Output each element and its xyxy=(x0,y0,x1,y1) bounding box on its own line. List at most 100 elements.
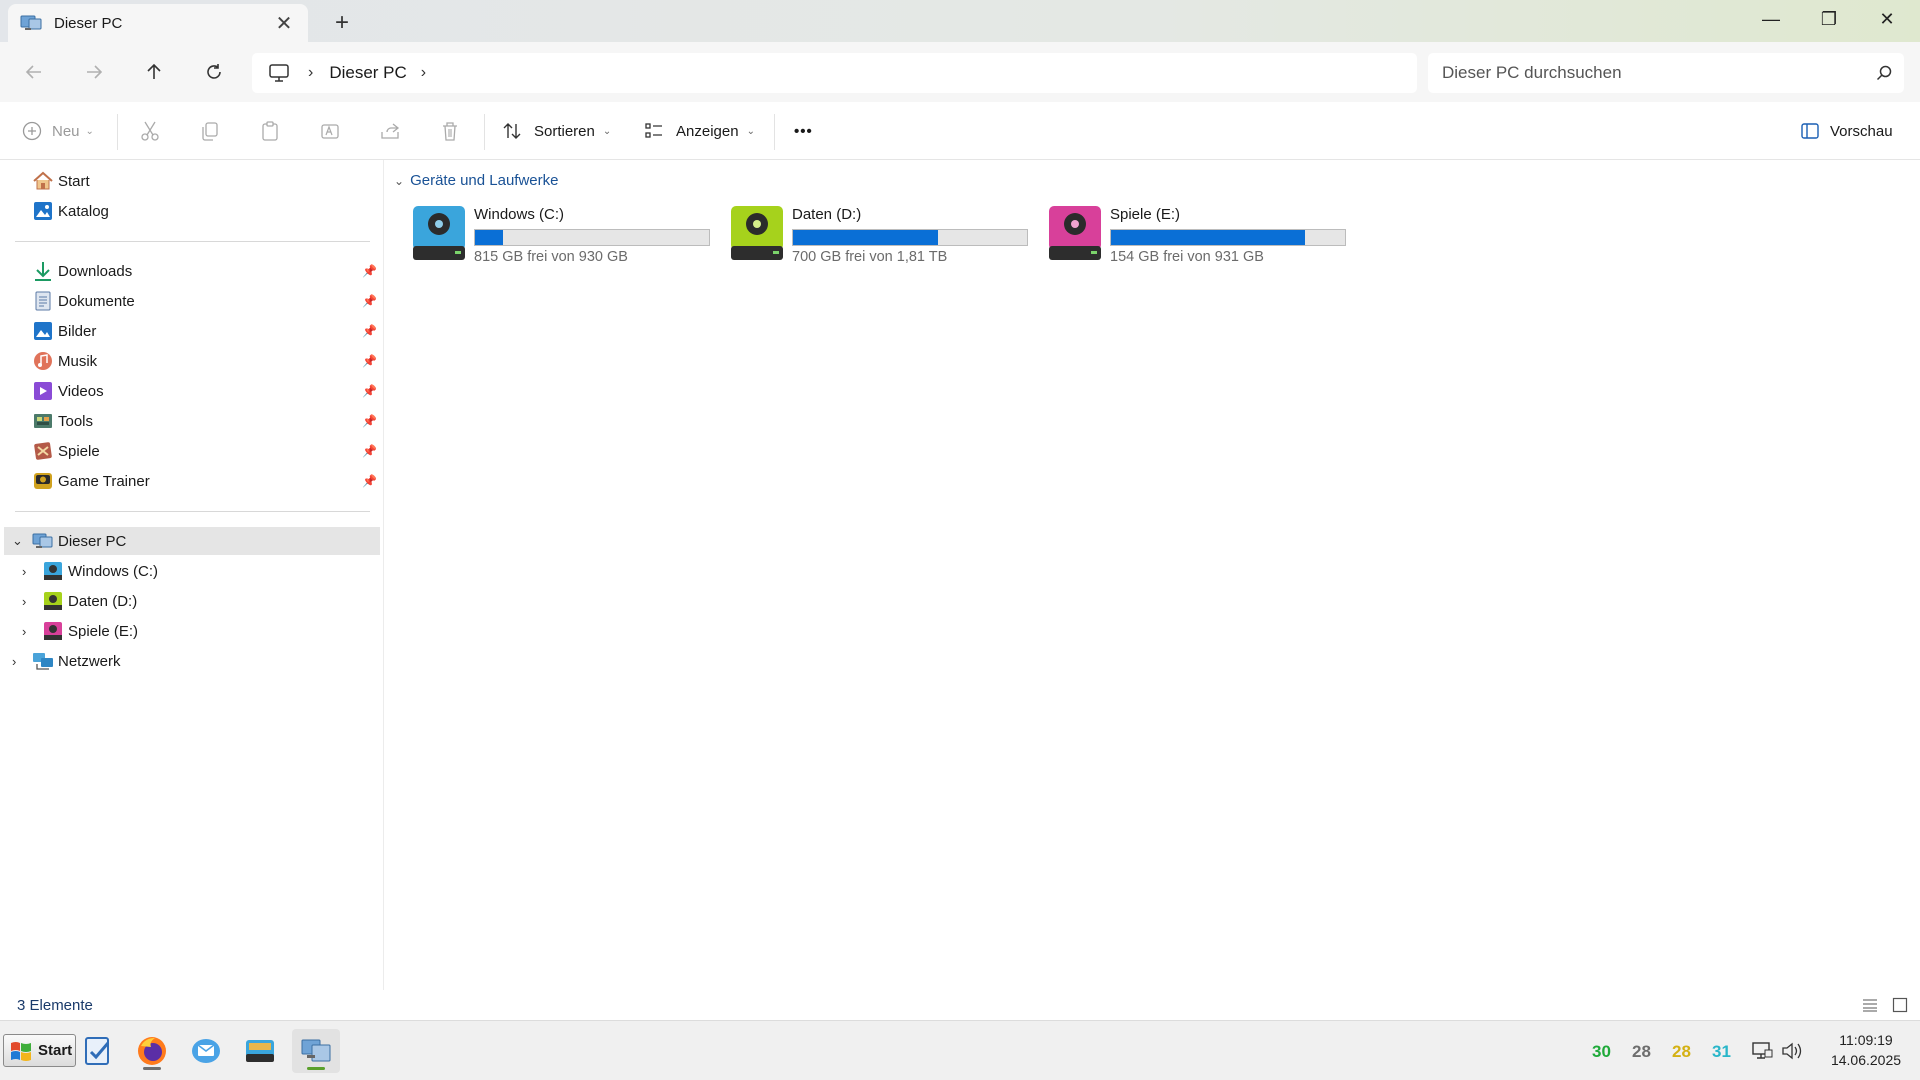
new-tab-button[interactable]: + xyxy=(330,9,354,37)
taskbar-app-tasks[interactable] xyxy=(74,1029,122,1073)
copy-button[interactable] xyxy=(199,114,221,148)
group-header-devices[interactable]: ⌄ Geräte und Laufwerke xyxy=(394,172,559,189)
sidebar-item-netzwerk[interactable]: › Netzwerk xyxy=(0,647,380,675)
cut-button[interactable] xyxy=(139,114,161,148)
close-button[interactable]: ✕ xyxy=(1858,0,1916,38)
sidebar-item-label: Spiele (E:) xyxy=(68,622,139,640)
search-box[interactable] xyxy=(1428,53,1904,93)
sidebar-item-tools[interactable]: Tools 📌 xyxy=(0,407,380,435)
taskbar-app-file-explorer[interactable] xyxy=(292,1029,340,1073)
sidebar-item-katalog[interactable]: Katalog xyxy=(0,197,380,225)
network-status-icon[interactable] xyxy=(1751,1040,1773,1062)
drive-free-space: 154 GB frei von 931 GB xyxy=(1110,249,1264,265)
share-icon xyxy=(381,123,400,139)
tab-dieser-pc[interactable]: Dieser PC ✕ xyxy=(8,4,308,42)
sidebar-item-daten-d[interactable]: › Daten (D:) xyxy=(0,587,380,615)
sidebar-item-downloads[interactable]: Downloads 📌 xyxy=(0,257,380,285)
pin-icon[interactable]: 📌 xyxy=(362,264,377,278)
drive-usage-bar xyxy=(474,229,710,246)
refresh-button[interactable] xyxy=(196,54,232,90)
sidebar-item-videos[interactable]: Videos 📌 xyxy=(0,377,380,405)
pin-icon[interactable]: 📌 xyxy=(362,324,377,338)
drive-free-space: 700 GB frei von 1,81 TB xyxy=(792,249,948,265)
chevron-down-icon: ⌄ xyxy=(85,125,94,137)
sidebar-item-spiele[interactable]: Spiele 📌 xyxy=(0,437,380,465)
chevron-down-icon: ⌄ xyxy=(746,125,755,137)
drive-usage-fill xyxy=(1111,230,1306,245)
breadcrumb-dieser-pc[interactable]: Dieser PC xyxy=(329,63,406,83)
preview-pane-button[interactable]: Vorschau xyxy=(1800,114,1893,148)
pin-icon[interactable]: 📌 xyxy=(362,354,377,368)
title-bar: Dieser PC ✕ + — ❐ ✕ xyxy=(0,0,1920,42)
sidebar-item-label: Spiele xyxy=(58,442,100,460)
checklist-icon xyxy=(85,1037,110,1065)
pin-icon[interactable]: 📌 xyxy=(362,414,377,428)
breadcrumb-separator[interactable]: › xyxy=(308,64,313,82)
pin-icon[interactable]: 📌 xyxy=(362,384,377,398)
sidebar-item-spiele-e[interactable]: › Spiele (E:) xyxy=(0,617,380,645)
taskbar-app-drive-manager[interactable] xyxy=(236,1029,284,1073)
pictures-icon xyxy=(34,322,52,340)
search-input[interactable] xyxy=(1442,63,1864,83)
delete-button[interactable] xyxy=(439,114,461,148)
pin-icon[interactable]: 📌 xyxy=(362,474,377,488)
rename-icon xyxy=(321,124,339,139)
share-button[interactable] xyxy=(379,114,401,148)
sidebar-item-label: Dokumente xyxy=(58,292,135,310)
address-bar[interactable]: › Dieser PC › xyxy=(252,53,1417,93)
breadcrumb-separator[interactable]: › xyxy=(421,64,426,82)
drive-tile-c[interactable]: Windows (C:) 815 GB frei von 930 GB xyxy=(411,204,721,266)
forward-button[interactable] xyxy=(76,54,112,90)
sidebar-item-windows-c[interactable]: › Windows (C:) xyxy=(0,557,380,585)
system-clock[interactable]: 11:09:19 14.06.2025 xyxy=(1816,1030,1916,1070)
sidebar-item-game-trainer[interactable]: Game Trainer 📌 xyxy=(0,467,380,495)
minimize-button[interactable]: — xyxy=(1742,0,1800,38)
maximize-button[interactable]: ❐ xyxy=(1800,0,1858,38)
sidebar-item-bilder[interactable]: Bilder 📌 xyxy=(0,317,380,345)
tiles-view-icon[interactable] xyxy=(1892,997,1908,1013)
rename-button[interactable] xyxy=(319,114,341,148)
drive-e-icon xyxy=(1049,206,1101,260)
view-list-icon xyxy=(645,123,662,138)
chevron-right-icon[interactable]: › xyxy=(22,594,26,609)
document-icon xyxy=(35,291,51,311)
pin-icon[interactable]: 📌 xyxy=(362,444,377,458)
drive-tile-d[interactable]: Daten (D:) 700 GB frei von 1,81 TB xyxy=(729,204,1039,266)
chevron-right-icon[interactable]: › xyxy=(12,654,16,669)
sidebar-item-label: Musik xyxy=(58,352,98,370)
divider xyxy=(15,511,370,512)
drive-usage-bar xyxy=(792,229,1028,246)
refresh-icon xyxy=(207,64,221,79)
up-button[interactable] xyxy=(136,54,172,90)
running-indicator xyxy=(143,1067,161,1070)
pin-icon[interactable]: 📌 xyxy=(362,294,377,308)
drive-tile-e[interactable]: Spiele (E:) 154 GB frei von 931 GB xyxy=(1047,204,1357,266)
monitor-icon xyxy=(269,64,289,82)
divider xyxy=(117,114,118,150)
start-button[interactable]: Start xyxy=(3,1034,76,1067)
music-icon xyxy=(34,352,52,370)
sidebar-item-start[interactable]: Start xyxy=(0,167,380,195)
view-button[interactable]: Anzeigen ⌄ xyxy=(644,114,755,148)
taskbar-app-mail[interactable] xyxy=(182,1029,230,1073)
sort-button[interactable]: Sortieren ⌄ xyxy=(502,114,611,148)
details-view-icon[interactable] xyxy=(1862,998,1878,1012)
sidebar-item-musik[interactable]: Musik 📌 xyxy=(0,347,380,375)
taskbar-app-firefox[interactable] xyxy=(128,1029,176,1073)
more-options-button[interactable]: ••• xyxy=(794,114,813,148)
back-button[interactable] xyxy=(16,54,52,90)
drive-name: Daten (D:) xyxy=(792,206,862,223)
sidebar-item-dieser-pc[interactable]: ⌄ Dieser PC xyxy=(4,527,380,555)
chevron-right-icon[interactable]: › xyxy=(22,564,26,579)
tab-close-icon[interactable]: ✕ xyxy=(272,11,296,36)
volume-icon[interactable] xyxy=(1781,1041,1803,1061)
drive-e-icon xyxy=(44,622,62,640)
chevron-down-icon[interactable]: ⌄ xyxy=(394,174,404,188)
paste-button[interactable] xyxy=(259,114,281,148)
sidebar-item-label: Start xyxy=(58,172,90,190)
chevron-down-icon[interactable]: ⌄ xyxy=(12,533,23,549)
new-button[interactable]: Neu ⌄ xyxy=(22,114,94,148)
sidebar-item-dokumente[interactable]: Dokumente 📌 xyxy=(0,287,380,315)
chevron-right-icon[interactable]: › xyxy=(22,624,26,639)
search-icon[interactable] xyxy=(1864,65,1904,81)
